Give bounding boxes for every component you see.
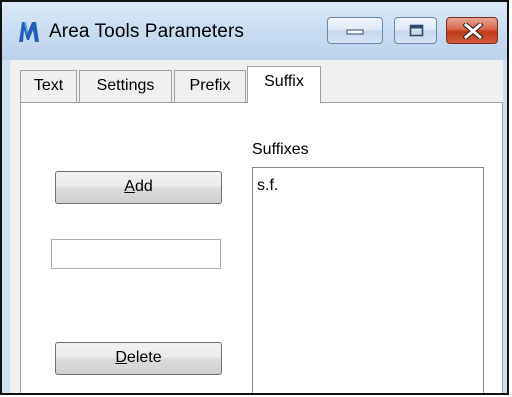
close-icon (463, 23, 483, 39)
window-title: Area Tools Parameters (49, 21, 245, 42)
add-button[interactable]: Add (55, 171, 222, 204)
minimize-icon (346, 29, 364, 35)
tab-text[interactable]: Text (20, 70, 77, 102)
suffixes-label: Suffixes (252, 141, 309, 158)
list-item[interactable]: s.f. (257, 177, 278, 195)
minimize-button[interactable] (327, 17, 383, 44)
delete-button[interactable]: Delete (55, 342, 222, 375)
add-button-label-post: dd (134, 178, 153, 195)
maximize-icon (409, 24, 424, 37)
tab-suffix[interactable]: Suffix (247, 66, 321, 103)
delete-button-mnemonic: D (115, 349, 127, 366)
maximize-button[interactable] (394, 17, 437, 44)
new-suffix-input[interactable] (51, 239, 221, 269)
suffixes-listbox[interactable]: s.f. (252, 167, 484, 393)
close-button[interactable] (446, 17, 498, 44)
dialog-window: Area Tools Parameters Text Settings Pref… (0, 0, 509, 395)
add-button-mnemonic: A (124, 178, 135, 195)
tab-settings[interactable]: Settings (79, 70, 172, 102)
title-bar[interactable]: Area Tools Parameters (2, 2, 507, 60)
delete-button-label-post: elete (126, 349, 162, 366)
tab-prefix[interactable]: Prefix (174, 70, 246, 102)
area-tools-app-icon (19, 22, 39, 42)
